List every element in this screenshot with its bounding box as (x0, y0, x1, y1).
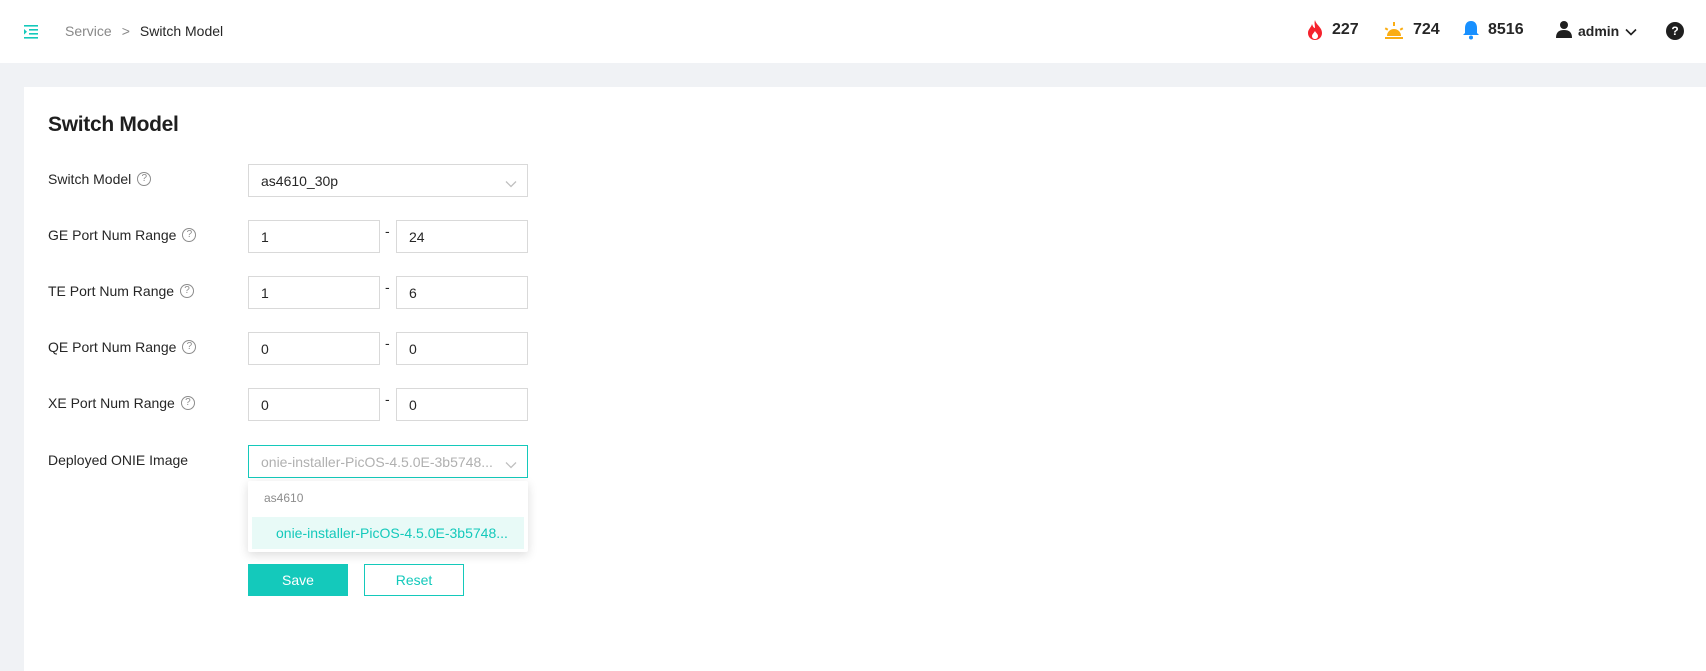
sun-alert-icon (1383, 20, 1405, 40)
menu-collapse-icon[interactable] (24, 23, 42, 39)
top-bar: Service > Switch Model 227 724 8516 admi… (0, 0, 1706, 63)
user-menu[interactable]: admin (1556, 20, 1637, 41)
switch-model-label: Switch Model ? (48, 171, 152, 187)
range-separator: - (385, 391, 390, 407)
question-circle-icon[interactable]: ? (137, 172, 152, 186)
help-icon[interactable]: ? (1666, 22, 1684, 40)
xe-range-to-input[interactable] (396, 388, 528, 421)
onie-image-label: Deployed ONIE Image (48, 452, 188, 468)
xe-range-label-text: XE Port Num Range (48, 395, 175, 411)
ge-range-label: GE Port Num Range ? (48, 227, 197, 243)
switch-model-label-text: Switch Model (48, 171, 132, 187)
dropdown-option[interactable]: onie-installer-PicOS-4.5.0E-3b5748... (252, 517, 524, 549)
chevron-down-icon (505, 175, 517, 191)
qe-range-label: QE Port Num Range ? (48, 339, 197, 355)
switch-model-select[interactable]: as4610_30p (248, 164, 528, 197)
onie-image-label-text: Deployed ONIE Image (48, 452, 189, 468)
question-circle-icon[interactable]: ? (182, 228, 197, 242)
dropdown-group-label: as4610 (264, 491, 304, 505)
warning-alarm-count: 724 (1413, 21, 1440, 38)
onie-image-select[interactable]: onie-installer-PicOS-4.5.0E-3b5748... (248, 445, 528, 478)
breadcrumb-current: Switch Model (139, 23, 224, 39)
onie-image-placeholder: onie-installer-PicOS-4.5.0E-3b5748... (261, 453, 493, 470)
fire-icon (1306, 20, 1324, 40)
range-separator: - (385, 335, 390, 351)
range-separator: - (385, 223, 390, 239)
breadcrumb-separator: > (121, 23, 130, 39)
chevron-down-icon (1625, 23, 1637, 39)
qe-range-to-input[interactable] (396, 332, 528, 365)
range-separator: - (385, 279, 390, 295)
xe-range-from-input[interactable] (248, 388, 380, 421)
page-title: Switch Model (48, 113, 179, 136)
switch-model-value: as4610_30p (261, 172, 339, 189)
critical-alarm-count: 227 (1332, 21, 1359, 38)
question-circle-icon[interactable]: ? (182, 340, 197, 354)
save-button[interactable]: Save (248, 564, 348, 596)
critical-alarm-stat[interactable]: 227 (1306, 20, 1359, 40)
warning-alarm-stat[interactable]: 724 (1383, 20, 1440, 40)
qe-range-from-input[interactable] (248, 332, 380, 365)
notification-stat[interactable]: 8516 (1462, 20, 1524, 40)
chevron-down-icon (505, 456, 517, 472)
qe-range-label-text: QE Port Num Range (48, 339, 177, 355)
user-icon (1556, 20, 1572, 41)
breadcrumb: Service > Switch Model (65, 23, 223, 39)
te-range-to-input[interactable] (396, 276, 528, 309)
notification-count: 8516 (1488, 21, 1524, 38)
te-range-label-text: TE Port Num Range (48, 283, 175, 299)
ge-range-label-text: GE Port Num Range (48, 227, 177, 243)
question-circle-icon[interactable]: ? (180, 284, 195, 298)
te-range-label: TE Port Num Range ? (48, 283, 195, 299)
question-circle-icon[interactable]: ? (180, 396, 195, 410)
onie-image-dropdown: as4610 onie-installer-PicOS-4.5.0E-3b574… (248, 481, 528, 552)
user-name: admin (1578, 22, 1620, 39)
xe-range-label: XE Port Num Range ? (48, 395, 195, 411)
breadcrumb-service-link[interactable]: Service (65, 23, 112, 39)
reset-button[interactable]: Reset (364, 564, 464, 596)
bell-icon (1462, 20, 1480, 40)
ge-range-to-input[interactable] (396, 220, 528, 253)
te-range-from-input[interactable] (248, 276, 380, 309)
ge-range-from-input[interactable] (248, 220, 380, 253)
